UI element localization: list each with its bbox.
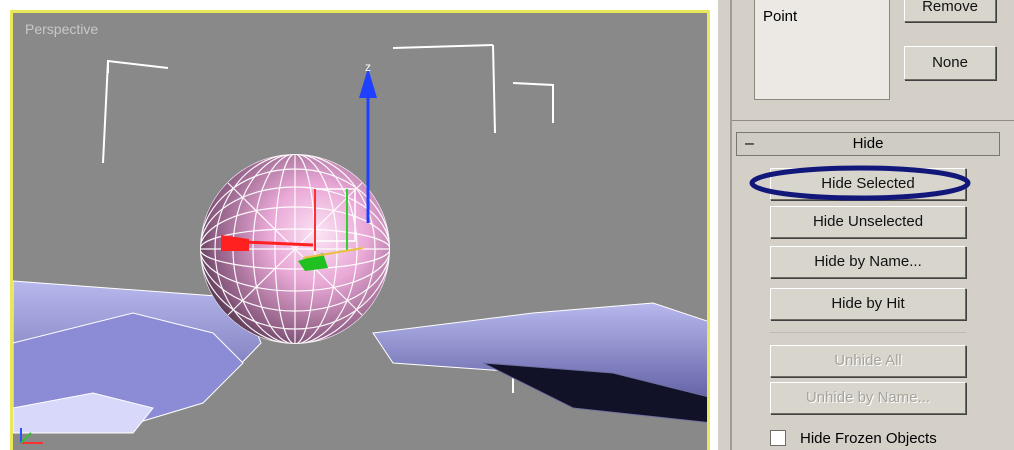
- panel-divider: [730, 0, 732, 450]
- selection-list-item[interactable]: Point: [763, 8, 797, 25]
- hide-unselected-button[interactable]: Hide Unselected: [770, 206, 966, 238]
- perspective-viewport[interactable]: z Perspective: [10, 10, 710, 450]
- viewport-label[interactable]: Perspective: [25, 21, 98, 37]
- hide-frozen-objects-label: Hide Frozen Objects: [800, 430, 937, 447]
- hide-by-hit-button[interactable]: Hide by Hit: [770, 288, 966, 320]
- highlight-annotation-circle: [749, 165, 971, 201]
- hide-rollout-header[interactable]: – Hide: [736, 132, 1000, 156]
- unhide-by-name-button[interactable]: Unhide by Name...: [770, 382, 966, 414]
- viewport-scene[interactable]: z: [13, 13, 710, 450]
- mesh-object-right[interactable]: [372, 302, 710, 423]
- remove-button[interactable]: Remove: [904, 0, 996, 22]
- command-panel: Point Remove None – Hide Hide Selected H…: [718, 0, 1014, 450]
- hide-by-name-button[interactable]: Hide by Name...: [770, 246, 966, 278]
- viewport-area[interactable]: z Perspective: [0, 0, 718, 450]
- unhide-all-button[interactable]: Unhide All: [770, 345, 966, 377]
- none-button[interactable]: None: [904, 46, 996, 80]
- hide-rollout-title: Hide: [852, 135, 884, 152]
- rollout-separator: [732, 120, 1014, 121]
- selection-list[interactable]: Point: [754, 0, 890, 100]
- hide-frozen-objects-checkbox[interactable]: [770, 430, 786, 446]
- group-separator: [770, 332, 966, 333]
- gizmo-z-label: z: [365, 60, 371, 74]
